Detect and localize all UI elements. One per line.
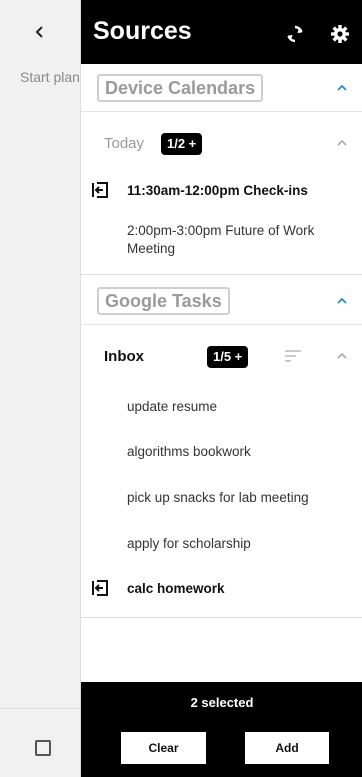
page-title: Sources <box>93 17 192 45</box>
sources-drawer: Sources Device Calendars Today 1/2 + 11:… <box>80 0 362 777</box>
section-divider <box>81 617 362 618</box>
chevron-up-icon[interactable] <box>335 136 349 150</box>
clear-button[interactable]: Clear <box>121 732 206 764</box>
google-tasks-header[interactable]: Google Tasks <box>81 277 362 325</box>
back-button[interactable] <box>0 0 80 64</box>
today-group-label: Today <box>104 135 145 152</box>
device-calendars-header[interactable]: Device Calendars <box>81 64 362 112</box>
inbox-group-label: Inbox <box>104 348 144 365</box>
enter-icon <box>92 580 108 596</box>
gear-icon[interactable] <box>330 24 350 44</box>
list-item[interactable]: apply for scholarship <box>127 535 251 553</box>
enter-icon <box>92 182 108 198</box>
sort-icon[interactable] <box>284 350 302 362</box>
add-button[interactable]: Add <box>245 732 329 764</box>
selection-bar: 2 selected Clear Add <box>81 682 362 777</box>
chevron-left-icon <box>35 26 43 38</box>
device-calendars-label: Device Calendars <box>97 74 264 102</box>
list-item[interactable]: 2:00pm-3:00pm Future of Work Meeting <box>127 222 347 258</box>
chevron-up-icon[interactable] <box>335 294 349 308</box>
divider <box>0 708 80 709</box>
list-item[interactable]: update resume <box>127 398 217 416</box>
chevron-up-icon[interactable] <box>335 81 349 95</box>
inbox-count-badge[interactable]: 1/5 + <box>207 346 249 368</box>
google-tasks-label: Google Tasks <box>97 287 230 315</box>
background-panel: Start planning <box>0 0 80 777</box>
list-item[interactable]: pick up snacks for lab meeting <box>127 489 309 507</box>
chevron-up-icon[interactable] <box>335 349 349 363</box>
checkbox-icon[interactable] <box>35 740 51 756</box>
today-count-badge[interactable]: 1/2 + <box>161 133 203 155</box>
section-divider <box>81 274 362 275</box>
selected-count: 2 selected <box>190 695 254 710</box>
list-item[interactable]: 11:30am-12:00pm Check-ins <box>127 182 357 200</box>
list-item[interactable]: algorithms bookwork <box>127 443 251 461</box>
sync-icon[interactable] <box>285 24 305 44</box>
top-bar: Sources <box>81 0 362 64</box>
planning-input-placeholder[interactable]: Start planning <box>20 69 80 85</box>
list-item[interactable]: calc homework <box>127 580 225 598</box>
